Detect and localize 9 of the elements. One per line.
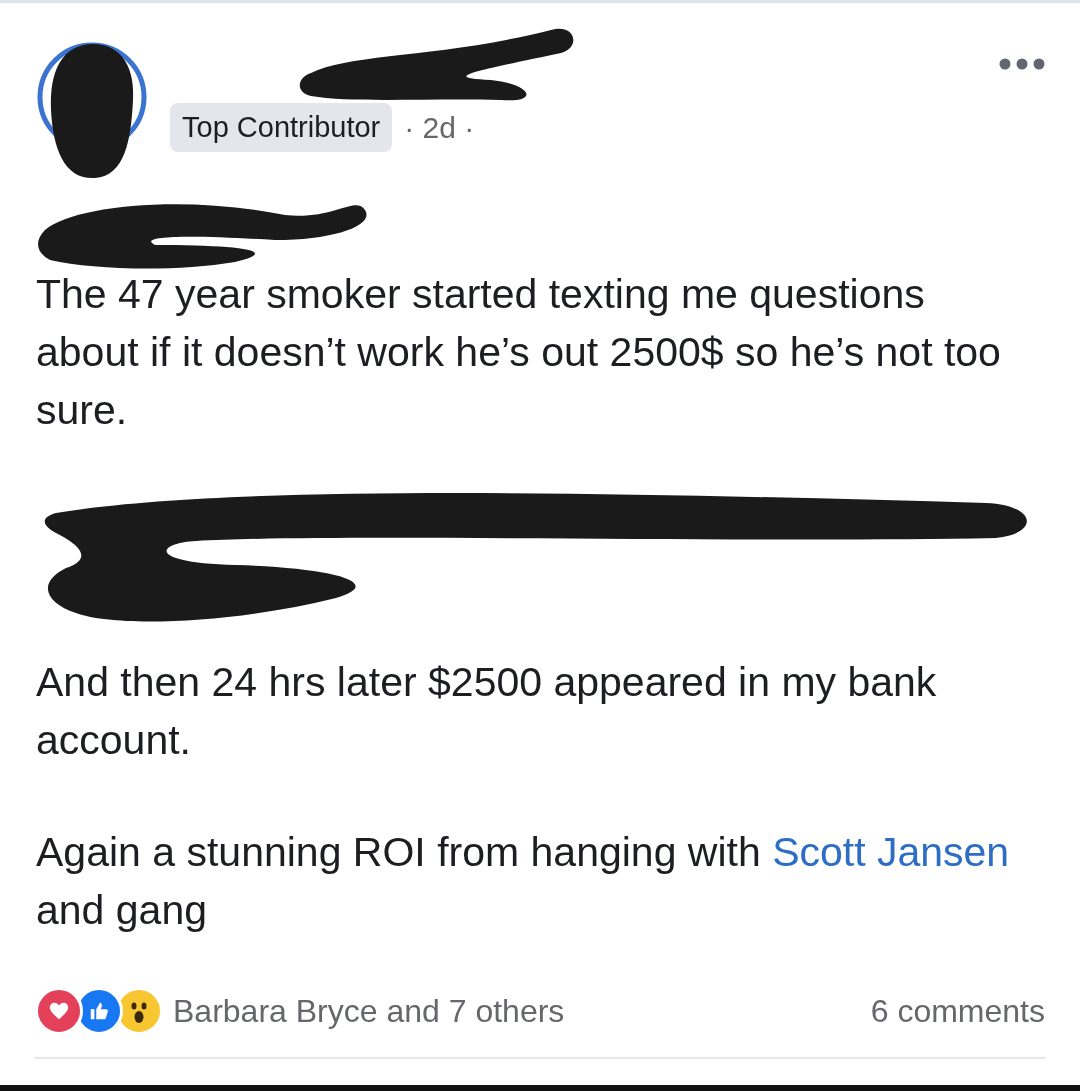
mention-link[interactable]: Scott Jansen bbox=[772, 829, 1010, 875]
post-text: The 47 year smoker started texting me questions about if it doesn’t work he’s out 2500$ so he’s not too sure. bbox=[36, 270, 1002, 435]
timestamp: · 2d · bbox=[404, 110, 475, 145]
badge: Top Contributor bbox=[170, 103, 393, 152]
post-text: And then 24 hrs later $2500 appeared in my bank account. bbox=[36, 658, 938, 765]
comments-link[interactable]: 6 comments bbox=[870, 992, 1045, 1030]
post-text: Again a stunning ROI from hanging with Scott Jansen and gang bbox=[36, 828, 1011, 935]
more-icon[interactable] bbox=[999, 58, 1045, 70]
reactors-link[interactable]: Barbara Bryce and 7 others bbox=[173, 992, 565, 1030]
